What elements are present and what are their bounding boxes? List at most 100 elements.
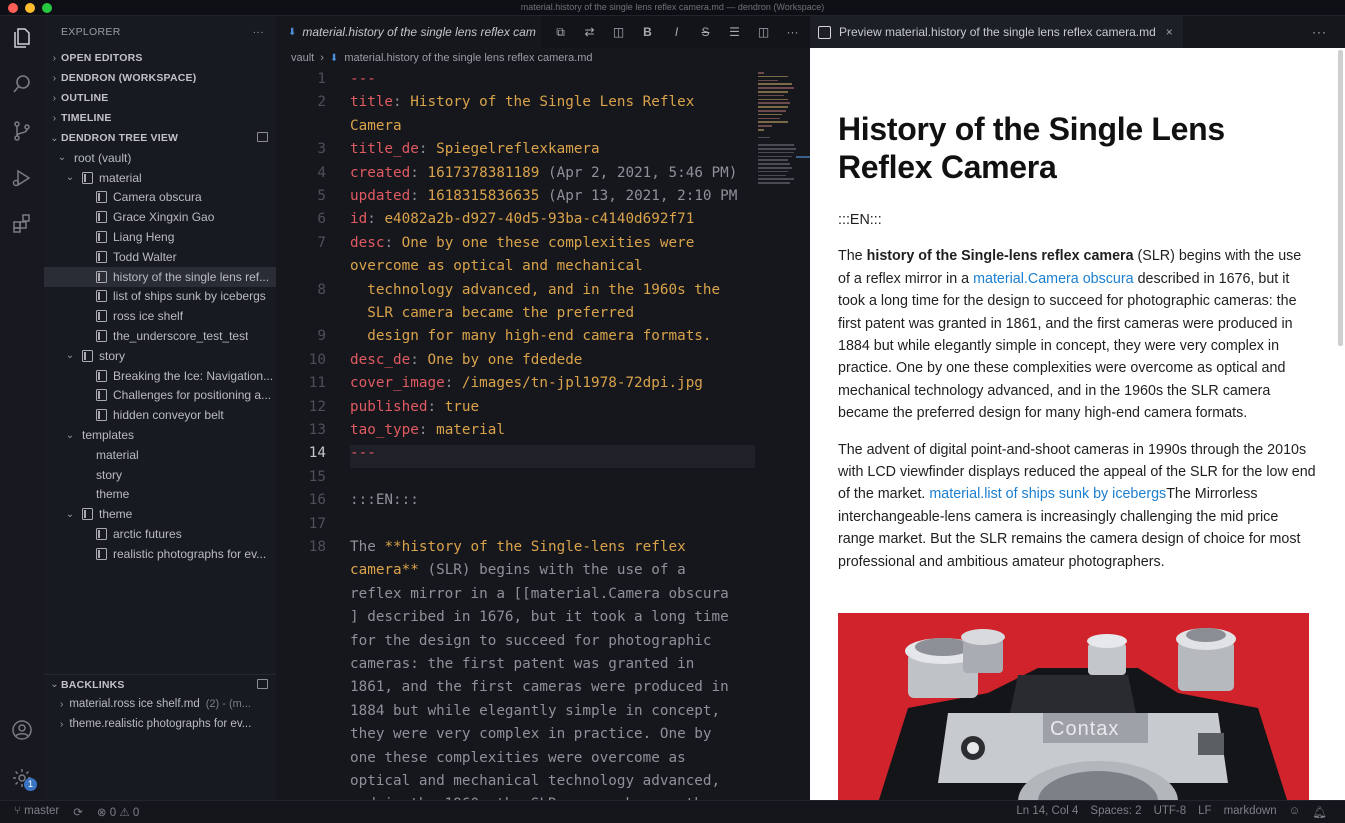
section-label: DENDRON TREE VIEW bbox=[61, 132, 179, 144]
code-token: : bbox=[444, 375, 462, 392]
code-text: optical and mechanical technology advanc… bbox=[328, 770, 720, 793]
split-editor-icon[interactable]: ◫ bbox=[749, 25, 778, 39]
wiki-link-ships-sunk[interactable]: material.list of ships sunk by icebergs bbox=[929, 486, 1166, 502]
list-button[interactable]: ☰ bbox=[720, 25, 749, 39]
explorer-more-button[interactable]: ··· bbox=[253, 26, 264, 38]
section-open-editors[interactable]: › OPEN EDITORS bbox=[44, 48, 276, 68]
tree-item[interactable]: Liang Heng bbox=[44, 227, 276, 247]
section-backlinks[interactable]: ⌄ BACKLINKS bbox=[44, 674, 276, 694]
compare-icon[interactable]: ⇄ bbox=[575, 25, 604, 39]
indentation-status[interactable]: Spaces: 2 bbox=[1090, 805, 1141, 819]
close-icon[interactable]: × bbox=[1166, 25, 1173, 39]
note-icon bbox=[96, 547, 107, 560]
tree-item[interactable]: ross ice shelf bbox=[44, 306, 276, 326]
tree-folder-templates[interactable]: ⌄ templates bbox=[44, 425, 276, 445]
tree-item[interactable]: history of the single lens ref... bbox=[44, 266, 276, 287]
tree-item[interactable]: the_underscore_test_test bbox=[44, 326, 276, 346]
tree-item[interactable]: material bbox=[44, 445, 276, 465]
line-number: 9 bbox=[317, 328, 326, 345]
tree-item[interactable]: list of ships sunk by icebergs bbox=[44, 287, 276, 307]
code-token: : bbox=[384, 234, 402, 251]
tree-folder-material[interactable]: ⌄ material bbox=[44, 168, 276, 188]
tree-item[interactable]: theme bbox=[44, 485, 276, 505]
sync-icon[interactable]: ⟳ bbox=[73, 805, 83, 819]
open-preview-icon[interactable]: ⧉ bbox=[546, 25, 575, 40]
code-line: 2 title: History of the Single Lens Refle… bbox=[276, 91, 756, 114]
code-token: :::EN::: bbox=[350, 492, 419, 509]
section-tree-view[interactable]: ⌄ DENDRON TREE VIEW bbox=[44, 128, 276, 148]
backlink-item[interactable]: › theme.realistic photographs for ev... bbox=[44, 714, 276, 734]
tree-item[interactable]: hidden conveyor belt bbox=[44, 405, 276, 425]
source-control-icon[interactable] bbox=[8, 117, 36, 145]
extensions-icon[interactable] bbox=[8, 210, 36, 238]
wiki-link-camera-obscura[interactable]: material.Camera obscura bbox=[973, 271, 1134, 287]
split-preview-icon[interactable]: ◫ bbox=[604, 25, 633, 39]
minimap-line bbox=[758, 83, 792, 85]
collapse-all-icon[interactable] bbox=[257, 132, 268, 142]
line-number: 14 bbox=[308, 445, 326, 462]
code-editor[interactable]: 1 --- 2 title: History of the Single Lens R… bbox=[276, 68, 810, 800]
minimap-line bbox=[758, 75, 788, 78]
editor-tab[interactable]: ⬇ material.history of the single lens re… bbox=[276, 16, 541, 48]
cursor-position[interactable]: Ln 14, Col 4 bbox=[1016, 805, 1078, 819]
feedback-icon[interactable]: ☺ bbox=[1289, 805, 1301, 819]
section-outline[interactable]: › OUTLINE bbox=[44, 88, 276, 108]
breadcrumb-vault[interactable]: vault bbox=[291, 52, 314, 64]
bold-button[interactable]: B bbox=[633, 25, 662, 39]
code-line: 12 published: true bbox=[276, 396, 756, 419]
more-actions-button[interactable]: ··· bbox=[778, 25, 807, 39]
tree-item[interactable]: realistic photographs for ev... bbox=[44, 544, 276, 564]
search-icon[interactable] bbox=[8, 70, 36, 98]
tree-item[interactable]: Grace Xingxin Gao bbox=[44, 207, 276, 227]
camera-photo: Contax bbox=[838, 613, 1309, 803]
problems-status[interactable]: ⊗ 0 ⚠ 0 bbox=[97, 805, 139, 819]
tree-item-label: Challenges for positioning a... bbox=[113, 388, 272, 403]
bell-icon[interactable]: 🔔︎ bbox=[1312, 805, 1327, 819]
collapse-all-icon[interactable] bbox=[257, 679, 268, 689]
preview-tab[interactable]: Preview material.history of the single l… bbox=[810, 16, 1183, 48]
code-token: camera** bbox=[350, 562, 419, 579]
tree-item[interactable]: Todd Walter bbox=[44, 247, 276, 267]
strikethrough-button[interactable]: S bbox=[691, 25, 720, 39]
code-token: they were very complex in practice. One … bbox=[350, 726, 712, 743]
backlink-item[interactable]: › material.ross ice shelf.md (2) - (m... bbox=[44, 694, 276, 714]
tree-folder-theme[interactable]: ⌄ theme bbox=[44, 504, 276, 524]
tree-folder-story[interactable]: ⌄ story bbox=[44, 346, 276, 366]
chevron-down-icon: ⌄ bbox=[50, 679, 59, 690]
code-text: reflex mirror in a [[material.Camera obs… bbox=[328, 583, 729, 606]
eol-status[interactable]: LF bbox=[1198, 805, 1211, 819]
run-debug-icon[interactable] bbox=[8, 164, 36, 192]
code-text: SLR camera became the preferred bbox=[328, 302, 634, 325]
italic-button[interactable]: I bbox=[662, 25, 691, 39]
code-text: camera** (SLR) begins with the use of a bbox=[328, 559, 686, 582]
preview-scrollbar[interactable] bbox=[1338, 50, 1343, 346]
tree-item[interactable]: arctic futures bbox=[44, 524, 276, 544]
code-token: desc bbox=[350, 234, 385, 251]
encoding-status[interactable]: UTF-8 bbox=[1154, 805, 1187, 819]
more-actions-button[interactable]: ··· bbox=[1312, 25, 1327, 39]
section-workspace[interactable]: › DENDRON (WORKSPACE) bbox=[44, 68, 276, 88]
code-line: 17 bbox=[276, 513, 756, 536]
tree-item[interactable]: Challenges for positioning a... bbox=[44, 386, 276, 406]
tree-item[interactable]: Camera obscura bbox=[44, 188, 276, 208]
files-icon[interactable] bbox=[8, 24, 36, 52]
code-text: 1884 but while elegantly simple in conce… bbox=[328, 700, 720, 723]
section-timeline[interactable]: › TIMELINE bbox=[44, 108, 276, 128]
tree-item[interactable]: Breaking the Ice: Navigation... bbox=[44, 366, 276, 386]
account-icon[interactable] bbox=[8, 716, 36, 744]
note-icon bbox=[96, 191, 107, 204]
code-line: 5 updated: 1618315836635 (Apr 13, 2021, 2… bbox=[276, 185, 756, 208]
minimap[interactable] bbox=[756, 68, 796, 208]
warnings-count: ⚠ 0 bbox=[119, 807, 140, 819]
code-token: One by one fdedede bbox=[427, 351, 583, 368]
tree-root[interactable]: ⌄ root (vault) bbox=[44, 148, 276, 168]
language-mode[interactable]: markdown bbox=[1224, 805, 1277, 819]
branch-status[interactable]: ⑂ master bbox=[14, 805, 59, 819]
backlink-label: theme.realistic photographs for ev... bbox=[69, 718, 252, 730]
tree-item[interactable]: story bbox=[44, 465, 276, 485]
code-line: one these complexities were overcome as bbox=[276, 747, 756, 770]
breadcrumb-file[interactable]: material.history of the single lens refl… bbox=[344, 52, 592, 64]
line-number: 8 bbox=[317, 281, 326, 298]
code-line: 4 created: 1617378381189 (Apr 2, 2021, 5:… bbox=[276, 162, 756, 185]
minimap-line bbox=[758, 163, 790, 165]
